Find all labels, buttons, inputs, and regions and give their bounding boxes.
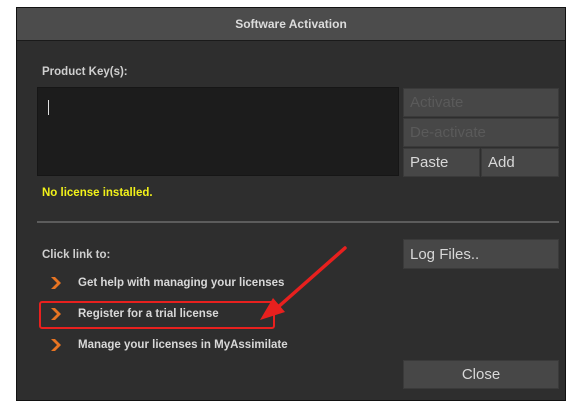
- chevron-right-icon: [51, 277, 61, 289]
- product-key-label: Product Key(s):: [42, 66, 128, 78]
- deactivate-button[interactable]: De-activate: [403, 118, 559, 147]
- section-divider: [37, 221, 559, 223]
- activate-button[interactable]: Activate: [403, 88, 559, 117]
- close-button[interactable]: Close: [403, 360, 559, 389]
- screenshot-stage: Software Activation Product Key(s): Acti…: [0, 0, 571, 407]
- annotation-highlight-box: [39, 301, 275, 329]
- dialog-title: Software Activation: [17, 8, 565, 41]
- link-manage-licenses-text: Manage your licenses in MyAssimilate: [78, 339, 288, 351]
- product-key-input[interactable]: [37, 87, 399, 176]
- license-status: No license installed.: [42, 187, 153, 199]
- text-caret: [48, 100, 49, 115]
- link-get-help-text: Get help with managing your licenses: [78, 277, 285, 289]
- log-files-button[interactable]: Log Files..: [403, 239, 559, 269]
- chevron-right-icon: [51, 339, 61, 351]
- click-link-label: Click link to:: [42, 249, 111, 261]
- add-button[interactable]: Add: [481, 148, 559, 177]
- paste-button[interactable]: Paste: [403, 148, 480, 177]
- activation-dialog: Software Activation Product Key(s): Acti…: [16, 7, 566, 401]
